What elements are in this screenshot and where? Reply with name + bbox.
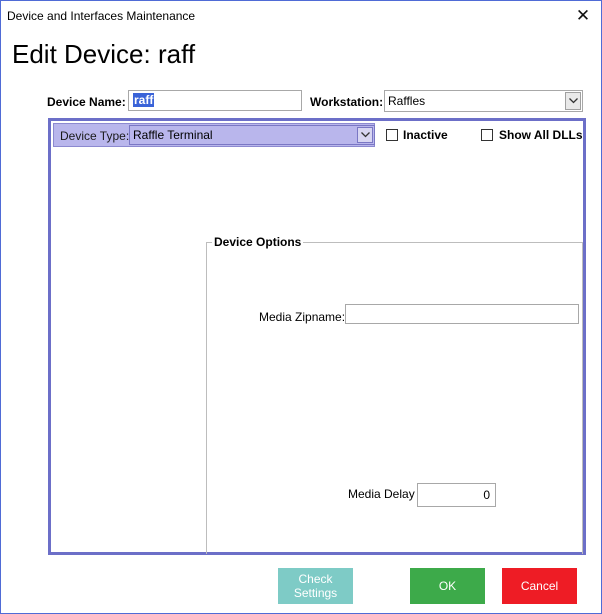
show-all-dlls-checkbox[interactable]: [481, 129, 493, 141]
media-zipname-input[interactable]: [345, 304, 579, 324]
chevron-down-icon[interactable]: [357, 127, 373, 143]
device-type-value: Raffle Terminal: [133, 128, 213, 142]
close-icon[interactable]: ✕: [573, 6, 593, 26]
edit-device-window: Device and Interfaces Maintenance ✕ Edit…: [0, 0, 602, 614]
device-options-group: Device Options Media Zipname: Media Dela…: [206, 235, 583, 554]
media-zipname-label: Media Zipname:: [259, 310, 346, 324]
check-settings-button[interactable]: Check Settings: [278, 568, 353, 604]
workstation-select[interactable]: Raffles: [384, 90, 583, 112]
device-options-legend: Device Options: [212, 235, 304, 249]
device-name-input[interactable]: raff: [128, 90, 302, 111]
device-type-select[interactable]: Raffle Terminal: [129, 125, 375, 145]
workstation-value: Raffles: [388, 94, 426, 108]
device-type-label: Device Type:: [60, 129, 130, 143]
device-name-label: Device Name:: [47, 95, 126, 109]
media-delay-label: Media Delay: [348, 487, 415, 501]
show-all-dlls-label: Show All DLLs: [499, 128, 583, 142]
device-name-value: raff: [133, 93, 155, 107]
media-delay-input[interactable]: 0: [417, 483, 496, 507]
window-title: Device and Interfaces Maintenance: [7, 9, 196, 23]
inactive-label: Inactive: [403, 128, 448, 142]
ok-button[interactable]: OK: [410, 568, 485, 604]
media-delay-value: 0: [483, 488, 490, 502]
device-type-row: Device Type: Raffle Terminal: [53, 123, 375, 147]
inactive-checkbox[interactable]: [386, 129, 398, 141]
cancel-button[interactable]: Cancel: [502, 568, 577, 604]
check-settings-line2: Settings: [293, 586, 338, 600]
chevron-down-icon[interactable]: [565, 92, 581, 110]
device-settings-panel: Device Type: Raffle Terminal Inactive Sh…: [48, 118, 586, 555]
check-settings-line1: Check: [298, 572, 333, 586]
page-title: Edit Device: raff: [12, 39, 196, 69]
workstation-label: Workstation:: [310, 95, 384, 109]
title-bar: Device and Interfaces Maintenance ✕: [1, 1, 601, 31]
